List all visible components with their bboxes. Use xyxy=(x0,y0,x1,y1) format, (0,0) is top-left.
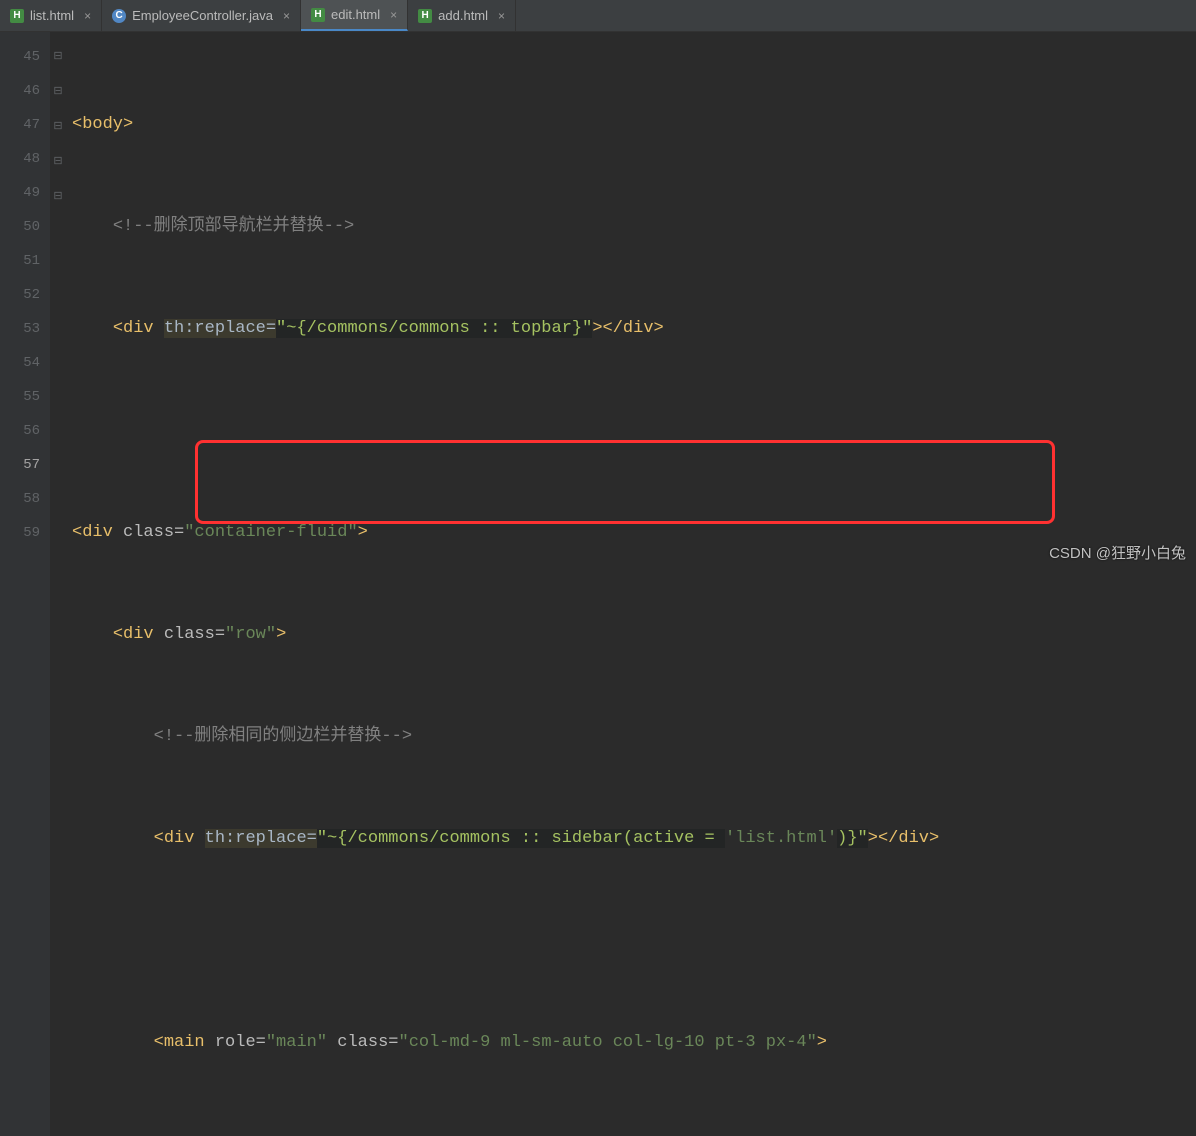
tab-employee-controller[interactable]: C EmployeeController.java × xyxy=(102,0,301,31)
close-icon[interactable]: × xyxy=(283,9,290,23)
fold-icon: ⊟ xyxy=(53,156,62,168)
line-gutter: 45 46 47 48 49 50 51 52 53 54 55 56 57 5… xyxy=(0,32,50,1136)
fold-icon: ⊟ xyxy=(53,51,62,63)
code-line: <body> xyxy=(66,108,1196,142)
code-line: <!--删除相同的侧边栏并替换--> xyxy=(66,720,1196,754)
code-line xyxy=(66,924,1196,958)
fold-icon: ⊟ xyxy=(53,121,62,133)
close-icon[interactable]: × xyxy=(498,9,505,23)
close-icon[interactable]: × xyxy=(390,8,397,22)
code-line: <main role="main" class="col-md-9 ml-sm-… xyxy=(66,1026,1196,1060)
html-icon: H xyxy=(10,9,24,23)
close-icon[interactable]: × xyxy=(84,9,91,23)
editor-tabs: H list.html × C EmployeeController.java … xyxy=(0,0,1196,32)
tab-add-html[interactable]: H add.html × xyxy=(408,0,516,31)
html-icon: H xyxy=(311,8,325,22)
fold-column[interactable]: ⊟ ⊟ ⊟ ⊟ ⊟ xyxy=(50,32,66,1136)
code-line xyxy=(66,414,1196,448)
code-line: <!--删除顶部导航栏并替换--> xyxy=(66,210,1196,244)
code-line: <div th:replace="~{/commons/commons :: t… xyxy=(66,312,1196,346)
tab-label: EmployeeController.java xyxy=(132,8,273,23)
tab-label: list.html xyxy=(30,8,74,23)
code-line xyxy=(66,1128,1196,1136)
code-content[interactable]: <body> <!--删除顶部导航栏并替换--> <div th:replace… xyxy=(66,32,1196,1136)
fold-icon: ⊟ xyxy=(53,86,62,98)
tab-label: add.html xyxy=(438,8,488,23)
code-line: <div th:replace="~{/commons/commons :: s… xyxy=(66,822,1196,856)
html-icon: H xyxy=(418,9,432,23)
code-line: <div class="row"> xyxy=(66,618,1196,652)
code-line: <div class="container-fluid"> xyxy=(66,516,1196,550)
code-editor[interactable]: 45 46 47 48 49 50 51 52 53 54 55 56 57 5… xyxy=(0,32,1196,1136)
fold-icon: ⊟ xyxy=(53,191,62,203)
java-icon: C xyxy=(112,9,126,23)
tab-edit-html[interactable]: H edit.html × xyxy=(301,0,408,31)
tab-label: edit.html xyxy=(331,7,380,22)
tab-list-html[interactable]: H list.html × xyxy=(0,0,102,31)
watermark: CSDN @狂野小白兔 xyxy=(1049,542,1186,563)
